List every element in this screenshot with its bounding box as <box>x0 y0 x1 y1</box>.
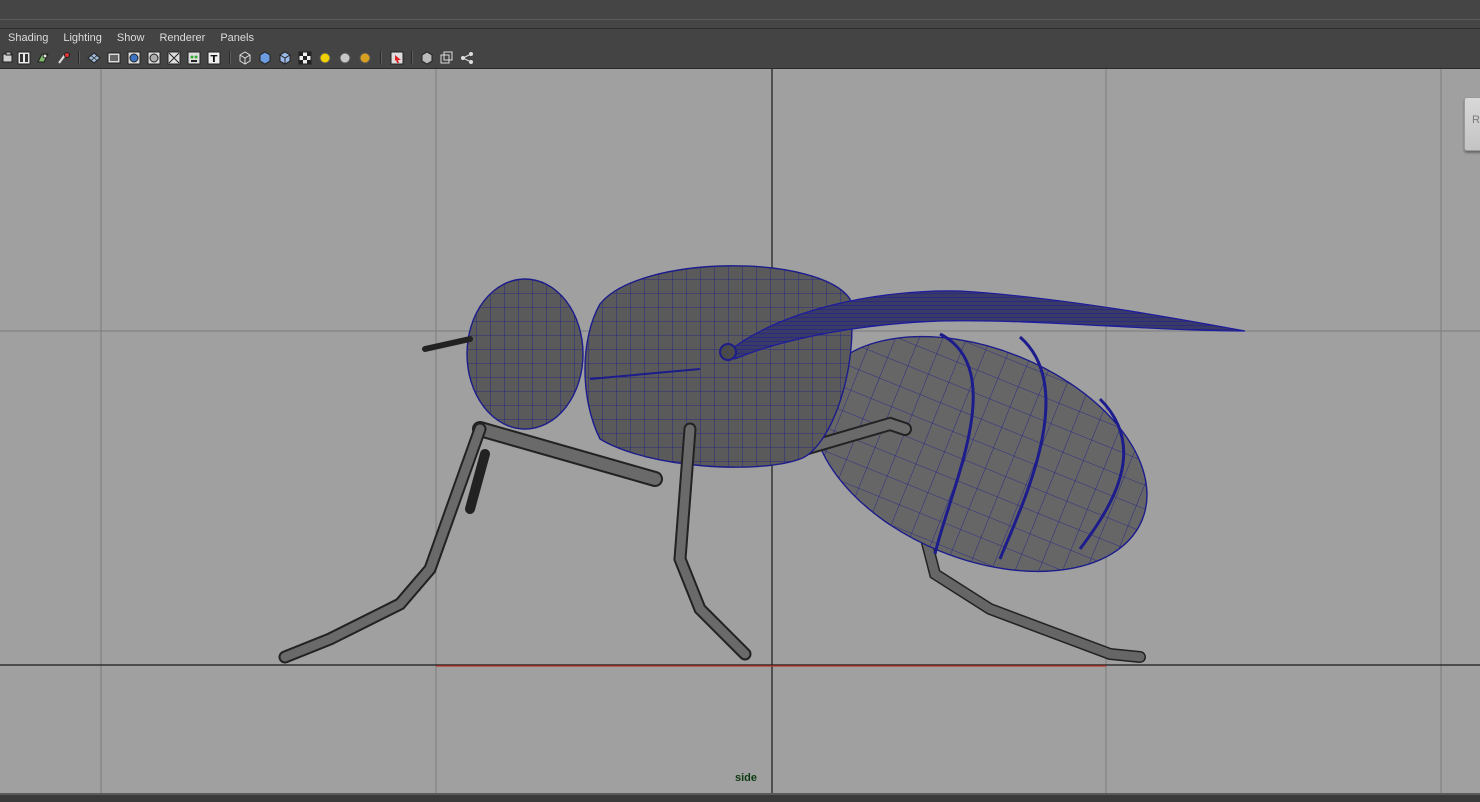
window-title-bar <box>0 0 1480 30</box>
wireframe-icon[interactable] <box>238 50 252 65</box>
image-plane-icon[interactable] <box>57 50 71 64</box>
smooth-shade-icon[interactable] <box>258 50 272 65</box>
field-chart-icon[interactable] <box>147 50 161 65</box>
text-icon[interactable]: T <box>207 50 221 65</box>
wireframe-on-shaded-icon[interactable] <box>278 50 292 65</box>
menu-panels[interactable]: Panels <box>212 29 261 47</box>
side-view-viewport[interactable]: side R <box>0 69 1480 793</box>
toolbar-separator <box>380 51 382 64</box>
camera-attributes-icon[interactable] <box>17 50 31 65</box>
toolbar-separator <box>229 51 231 64</box>
title-bar-divider <box>0 19 1480 20</box>
side-panel-tab-label: R <box>1472 114 1480 126</box>
menu-lighting[interactable]: Lighting <box>55 29 109 47</box>
toolbar-separator <box>411 51 413 64</box>
safe-action-icon[interactable] <box>167 50 181 65</box>
toolbar-separator <box>78 51 80 64</box>
panel-menu-bar: Shading Lighting Show Renderer Panels <box>0 29 1480 47</box>
wasp-mesh <box>278 265 1246 664</box>
resolution-gate-icon[interactable] <box>127 50 141 65</box>
grid-icon[interactable] <box>87 50 101 64</box>
shadows-icon[interactable] <box>338 50 352 64</box>
isolate-select-icon[interactable] <box>390 50 404 65</box>
svg-text:T: T <box>211 54 218 65</box>
film-gate-icon[interactable] <box>107 50 121 64</box>
xray-components-icon[interactable] <box>460 50 474 64</box>
menu-renderer[interactable]: Renderer <box>151 29 212 47</box>
textured-icon[interactable] <box>298 50 312 65</box>
xray-icon[interactable] <box>420 50 434 65</box>
camera-label: side <box>735 772 758 784</box>
menu-show[interactable]: Show <box>109 29 152 47</box>
ambient-occlusion-icon[interactable] <box>358 50 372 64</box>
use-all-lights-icon[interactable] <box>318 50 332 64</box>
menu-shading[interactable]: Shading <box>0 29 55 47</box>
bottom-bar <box>0 793 1480 802</box>
xray-joints-icon[interactable] <box>440 50 454 64</box>
safe-title-icon[interactable] <box>187 50 201 65</box>
viewport-canvas <box>0 69 1480 793</box>
bookmark-icon[interactable] <box>36 50 50 64</box>
panel-toolbar: T <box>0 47 1480 69</box>
side-panel-tab[interactable]: R <box>1464 97 1480 151</box>
select-camera-icon[interactable] <box>2 50 16 64</box>
